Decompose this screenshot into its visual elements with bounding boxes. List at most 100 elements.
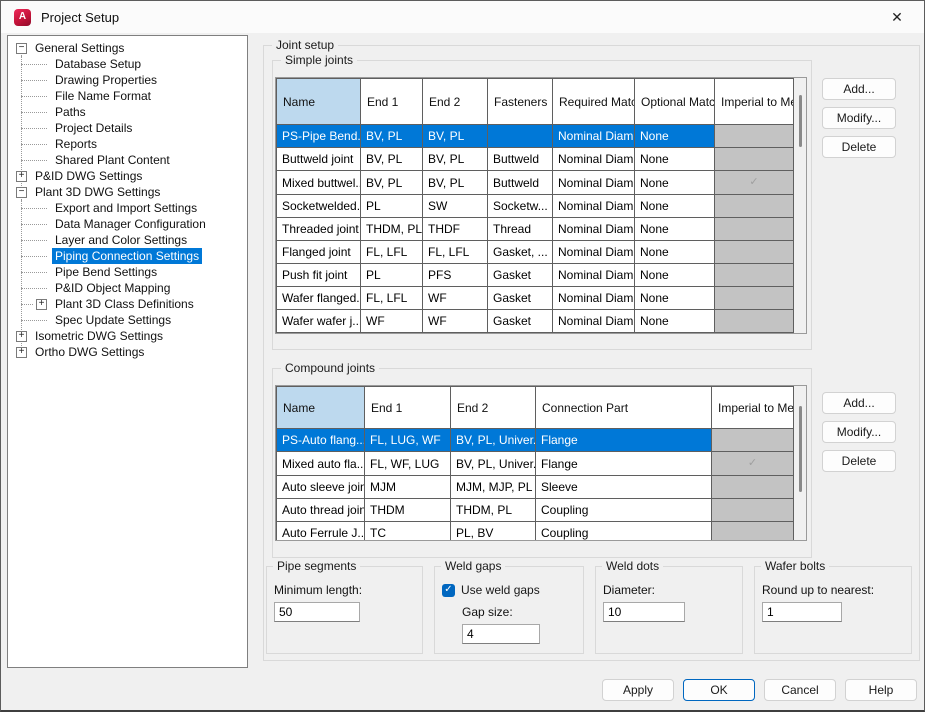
tree-item-label: Plant 3D Class Definitions <box>52 296 197 312</box>
compound-modify-button[interactable]: Modify... <box>822 421 896 443</box>
cell-end1: MJM <box>365 476 451 499</box>
table-row[interactable]: Push fit joint PL PFS Gasket Nominal Dia… <box>277 264 794 287</box>
table-header-row: Name End 1 End 2 Fasteners Required Matc… <box>277 79 794 125</box>
tree-item-pid-dwg-settings[interactable]: + P&ID DWG Settings <box>8 168 247 184</box>
collapse-icon[interactable]: − <box>16 187 27 198</box>
close-icon[interactable]: ✕ <box>882 6 912 28</box>
compound-add-button[interactable]: Add... <box>822 392 896 414</box>
cell-name: Auto sleeve joint <box>277 476 365 499</box>
minimum-length-label: Minimum length: <box>274 583 414 597</box>
tree-item-database-setup[interactable]: Database Setup <box>21 56 247 72</box>
tree-item-export-import-settings[interactable]: Export and Import Settings <box>21 200 247 216</box>
tree-item-paths[interactable]: Paths <box>21 104 247 120</box>
cell-end2: BV, PL <box>423 148 488 171</box>
cell-end2: MJM, MJP, PL <box>451 476 536 499</box>
scrollbar-thumb[interactable] <box>799 95 802 147</box>
table-row[interactable]: Auto Ferrule J... TC PL, BV Coupling <box>277 522 794 542</box>
compound-delete-button[interactable]: Delete <box>822 450 896 472</box>
vertical-scrollbar[interactable] <box>794 78 807 333</box>
tree-item-label: Spec Update Settings <box>52 312 174 328</box>
cell-end2: FL, LFL <box>423 241 488 264</box>
cancel-button[interactable]: Cancel <box>764 679 836 701</box>
tree-item-spec-update-settings[interactable]: Spec Update Settings <box>21 312 247 328</box>
table-row[interactable]: Flanged joint FL, LFL FL, LFL Gasket, ..… <box>277 241 794 264</box>
table-row[interactable]: PS-Auto flang... FL, LUG, WF BV, PL, Uni… <box>277 429 794 452</box>
cell-required: Nominal Diam... <box>553 264 635 287</box>
simple-add-button[interactable]: Add... <box>822 78 896 100</box>
checkbox-checked-icon[interactable]: ✓ <box>715 171 793 194</box>
tree-item-project-details[interactable]: Project Details <box>21 120 247 136</box>
cell-required: Nominal Diam... <box>553 218 635 241</box>
cell-required: Nominal Diam... <box>553 195 635 218</box>
joint-setup-label: Joint setup <box>272 38 338 52</box>
cell-imperial <box>715 264 794 287</box>
expand-icon[interactable]: + <box>16 171 27 182</box>
tree-item-label: Plant 3D DWG Settings <box>32 184 163 200</box>
tree-item-file-name-format[interactable]: File Name Format <box>21 88 247 104</box>
cell-fasteners: Gasket, ... <box>488 241 553 264</box>
table-row[interactable]: Wafer wafer j... WF WF Gasket Nominal Di… <box>277 310 794 333</box>
table-row[interactable]: Mixed auto fla... FL, WF, LUG BV, PL, Un… <box>277 452 794 476</box>
expand-icon[interactable]: + <box>16 347 27 358</box>
column-header-name: Name <box>277 79 361 125</box>
tree-item-ortho-dwg-settings[interactable]: + Ortho DWG Settings <box>8 344 247 360</box>
apply-button[interactable]: Apply <box>602 679 674 701</box>
ok-button[interactable]: OK <box>683 679 755 701</box>
cell-imperial <box>712 522 794 542</box>
help-button[interactable]: Help <box>845 679 917 701</box>
cell-optional: None <box>635 171 715 195</box>
cell-end1: FL, WF, LUG <box>365 452 451 476</box>
cell-required: Nominal Diam... <box>553 148 635 171</box>
project-setup-dialog: A Project Setup ✕ − General Settings Dat… <box>0 0 925 712</box>
gap-size-input[interactable] <box>462 624 540 644</box>
tree-item-data-manager-configuration[interactable]: Data Manager Configuration <box>21 216 247 232</box>
table-row[interactable]: Auto thread joint THDM THDM, PL Coupling <box>277 499 794 522</box>
table-row[interactable]: Threaded joint THDM, PL THDF Thread Nomi… <box>277 218 794 241</box>
tree-item-label: P&ID Object Mapping <box>52 280 173 296</box>
checkbox-checked-icon[interactable]: ✓ <box>712 452 793 475</box>
tree-item-label: Ortho DWG Settings <box>32 344 147 360</box>
tree-item-plant3d-class-definitions[interactable]: + Plant 3D Class Definitions <box>21 296 247 312</box>
cell-imperial: ✓ <box>712 452 794 476</box>
tree-item-isometric-dwg-settings[interactable]: + Isometric DWG Settings <box>8 328 247 344</box>
column-header-required-matches: Required Matches <box>553 79 635 125</box>
expand-icon[interactable]: + <box>16 331 27 342</box>
cell-name: Auto thread joint <box>277 499 365 522</box>
table-row[interactable]: Auto sleeve joint MJM MJM, MJP, PL Sleev… <box>277 476 794 499</box>
cell-imperial <box>712 429 794 452</box>
tree-item-general-settings[interactable]: − General Settings <box>8 40 247 56</box>
expand-icon[interactable]: + <box>36 299 47 310</box>
pipe-segments-group: Pipe segments Minimum length: <box>266 566 423 654</box>
minimum-length-input[interactable] <box>274 602 360 622</box>
cell-optional: None <box>635 218 715 241</box>
table-row[interactable]: PS-Pipe Bend... BV, PL BV, PL Nominal Di… <box>277 125 794 148</box>
tree-item-pipe-bend-settings[interactable]: Pipe Bend Settings <box>21 264 247 280</box>
simple-joints-group: Simple joints Name End 1 End 2 Fasteners… <box>272 60 812 350</box>
vertical-scrollbar[interactable] <box>794 386 807 540</box>
column-header-imperial-metric: Imperial to Metric Connection <box>715 79 794 125</box>
tree-item-layer-color-settings[interactable]: Layer and Color Settings <box>21 232 247 248</box>
scrollbar-thumb[interactable] <box>799 406 802 492</box>
tree-item-label: Reports <box>52 136 100 152</box>
diameter-input[interactable] <box>603 602 685 622</box>
simple-modify-button[interactable]: Modify... <box>822 107 896 129</box>
use-weld-gaps-checkbox[interactable]: ✓ <box>442 584 455 597</box>
tree-item-piping-connection-settings[interactable]: Piping Connection Settings <box>21 248 247 264</box>
table-row[interactable]: Socketwelded... PL SW Socketw... Nominal… <box>277 195 794 218</box>
table-row[interactable]: Wafer flanged... FL, LFL WF Gasket Nomin… <box>277 287 794 310</box>
table-row[interactable]: Buttweld joint BV, PL BV, PL Buttweld No… <box>277 148 794 171</box>
collapse-icon[interactable]: − <box>16 43 27 54</box>
weld-gaps-label: Weld gaps <box>441 559 505 573</box>
tree-item-pid-object-mapping[interactable]: P&ID Object Mapping <box>21 280 247 296</box>
cell-end1: BV, PL <box>361 125 423 148</box>
tree-item-reports[interactable]: Reports <box>21 136 247 152</box>
table-row[interactable]: Mixed buttwel... BV, PL BV, PL Buttweld … <box>277 171 794 195</box>
tree-item-label: Export and Import Settings <box>52 200 200 216</box>
column-header-end1: End 1 <box>361 79 423 125</box>
cell-optional: None <box>635 125 715 148</box>
tree-item-drawing-properties[interactable]: Drawing Properties <box>21 72 247 88</box>
tree-item-shared-plant-content[interactable]: Shared Plant Content <box>21 152 247 168</box>
tree-item-plant3d-dwg-settings[interactable]: − Plant 3D DWG Settings <box>8 184 247 200</box>
simple-delete-button[interactable]: Delete <box>822 136 896 158</box>
round-up-input[interactable] <box>762 602 842 622</box>
